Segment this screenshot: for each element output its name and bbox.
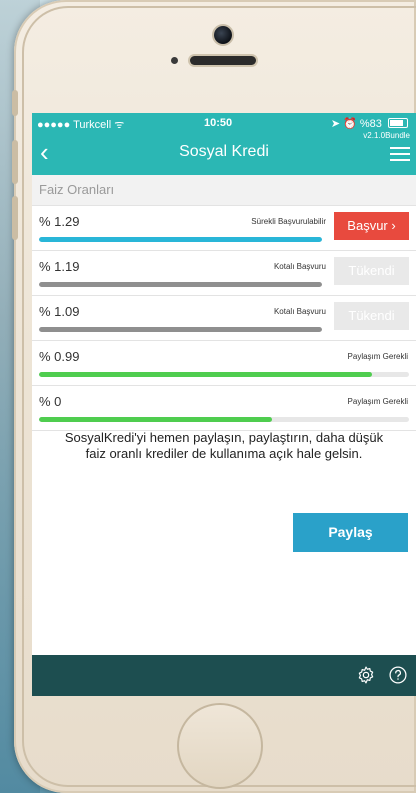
footer-bar (32, 655, 416, 696)
earpiece-speaker (190, 56, 256, 65)
sold-out-button: Tükendi (334, 302, 409, 330)
nav-bar: ‹ Sosyal Kredi v2.1.0Bundle (32, 131, 416, 175)
sold-out-button: Tükendi (334, 257, 409, 285)
location-icon: ➤ (330, 118, 341, 130)
progress-track (39, 327, 322, 332)
rate-status: Sürekli Başvurulabilir (251, 217, 326, 226)
help-icon[interactable] (388, 665, 408, 685)
alarm-icon: ⏰ (343, 118, 357, 130)
version-label: v2.1.0Bundle (363, 131, 410, 140)
rate-status: Paylaşım Gerekli (347, 397, 408, 406)
rate-value: % 0 (39, 394, 62, 409)
share-message: SosyalKredi'yi hemen paylaşın, paylaştır… (64, 430, 384, 461)
rate-row: % 0.99 Paylaşım Gerekli (32, 341, 416, 386)
status-time: 10:50 (204, 117, 233, 129)
app-screen: ●●●●● Turkcell ᯤ 10:50 ➤ ⏰ %83 ‹ Sosyal … (32, 113, 416, 696)
rates-list: % 1.29 Sürekli Başvurulabilir Başvur ›% 1.… (32, 206, 416, 431)
rate-status: Kotalı Başvuru (273, 307, 326, 316)
progress-track (39, 372, 409, 377)
battery-icon (388, 118, 408, 128)
home-button[interactable] (177, 703, 263, 789)
progress-track (39, 282, 322, 287)
progress-fill (39, 417, 273, 422)
progress-fill (39, 372, 372, 377)
section-header-rates: Faiz Oranları (32, 175, 416, 206)
rate-row: % 0 Paylaşım Gerekli (32, 386, 416, 431)
rate-value: % 1.29 (39, 214, 80, 229)
page-title: Sosyal Kredi (179, 143, 269, 160)
apply-button[interactable]: Başvur › (334, 212, 409, 240)
progress-track (39, 237, 322, 242)
rate-value: % 1.09 (39, 304, 80, 319)
progress-fill (39, 282, 322, 287)
gear-icon[interactable] (356, 665, 376, 685)
battery-percent: %83 (359, 118, 382, 130)
rate-row: % 1.09 Kotalı Başvuru Tükendi (32, 296, 416, 341)
rate-value: % 1.19 (39, 259, 80, 274)
status-bar: ●●●●● Turkcell ᯤ 10:50 ➤ ⏰ %83 (32, 113, 416, 133)
rate-row: % 1.19 Kotalı Başvuru Tükendi (32, 251, 416, 296)
rate-status: Paylaşım Gerekli (347, 352, 408, 361)
proximity-sensor (171, 57, 178, 64)
rate-row: % 1.29 Sürekli Başvurulabilir Başvur › (32, 206, 416, 251)
volume-up-button (12, 140, 18, 184)
rate-status: Kotalı Başvuru (273, 262, 326, 271)
hamburger-menu-icon[interactable] (390, 147, 410, 165)
front-camera (214, 26, 232, 44)
carrier-signal: ●●●●● Turkcell ᯤ (37, 119, 125, 131)
mute-switch (12, 90, 18, 116)
share-button[interactable]: Paylaş (293, 513, 408, 552)
progress-fill (39, 237, 322, 242)
progress-fill (39, 327, 322, 332)
progress-track (39, 417, 409, 422)
status-right: ➤ ⏰ %83 (331, 117, 408, 130)
volume-down-button (12, 196, 18, 240)
rate-value: % 0.99 (39, 349, 80, 364)
